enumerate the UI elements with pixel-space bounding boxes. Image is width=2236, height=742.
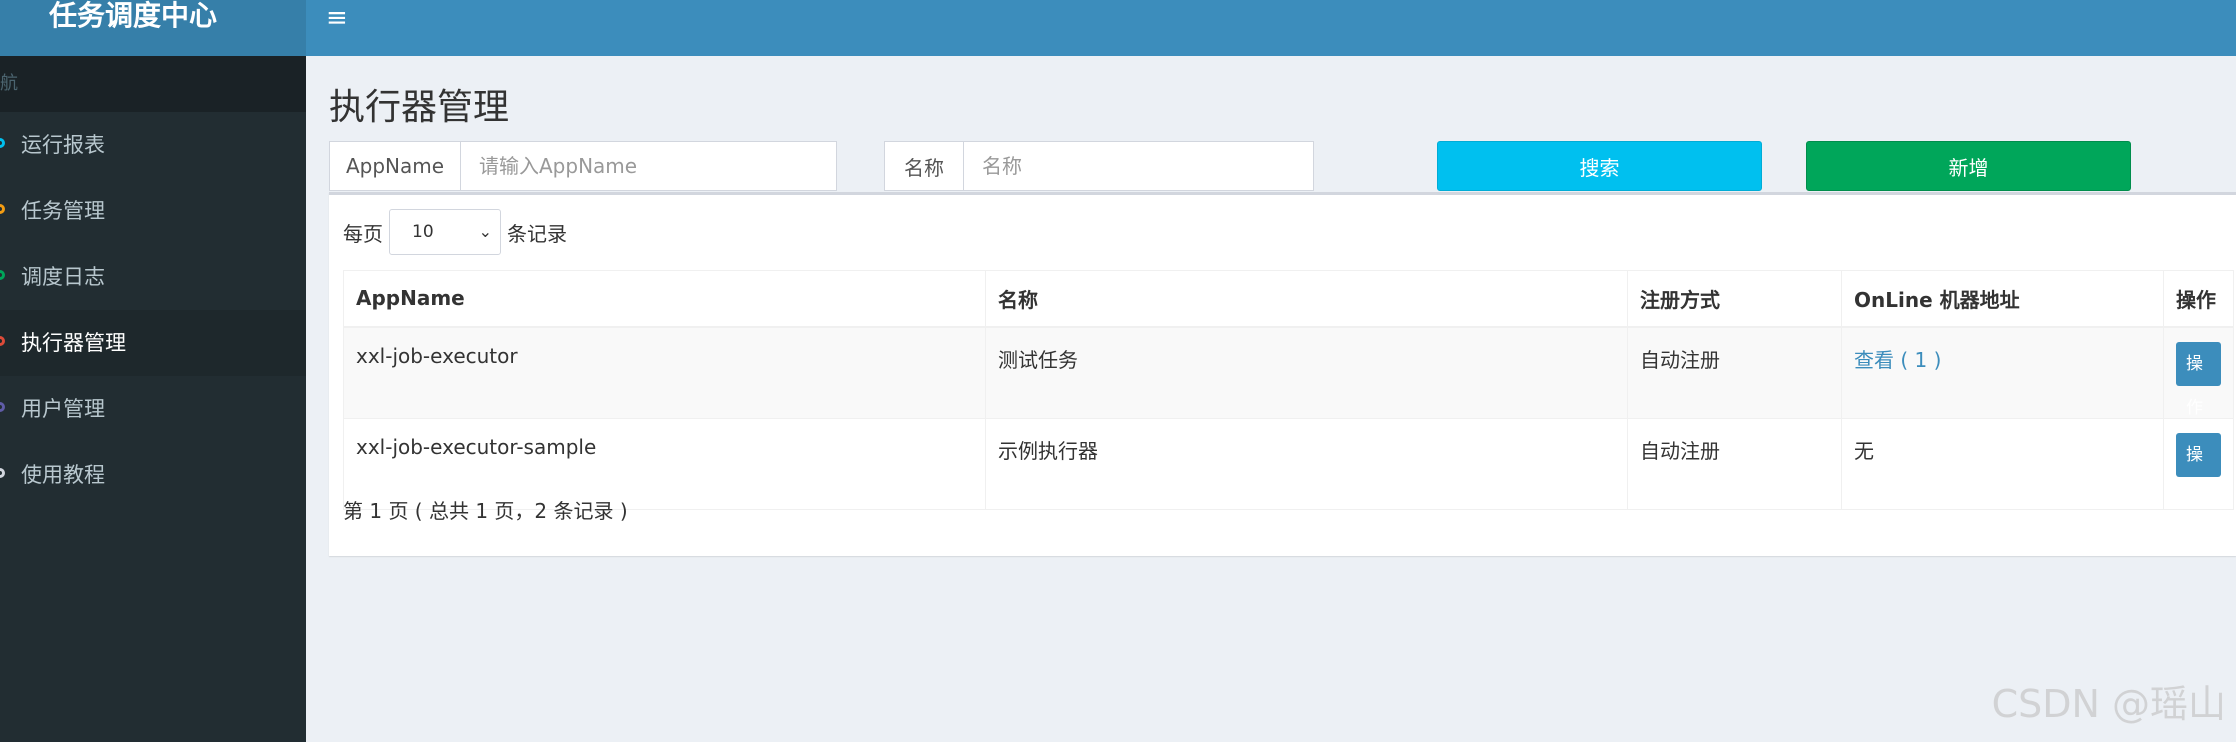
sidebar-item-dashboard[interactable]: 运行报表 [0, 112, 306, 178]
top-navbar: ≡ [306, 0, 2236, 56]
sidebar-item-label: 任务管理 [21, 199, 105, 223]
cell-name: 测试任务 [985, 326, 1628, 419]
pagination-info: 第 1 页 ( 总共 1 页，2 条记录 ) [343, 499, 628, 523]
page-length-select[interactable]: 10 ⌄ [389, 209, 501, 255]
app-title: 任务调度中心 [48, 0, 217, 32]
appname-filter: AppName [329, 141, 837, 191]
circle-icon [0, 270, 5, 280]
search-button[interactable]: 搜索 [1437, 141, 1762, 191]
circle-icon [0, 468, 5, 478]
cell-name: 示例执行器 [985, 417, 1628, 510]
operation-button[interactable]: 操作 [2176, 341, 2221, 418]
page-length-control: 每页 10 ⌄ 条记录 [343, 209, 567, 255]
col-actions: 操作 [2163, 270, 2234, 328]
sidebar-item-label: 使用教程 [21, 463, 105, 487]
sidebar-item-label: 执行器管理 [21, 331, 126, 355]
table-row: xxl-job-executor 测试任务 自动注册 查看 ( 1 ) 操作 [343, 326, 2234, 419]
sidebar-item-executors[interactable]: 执行器管理 [0, 310, 306, 376]
page-length-prefix: 每页 [343, 221, 383, 246]
chevron-down-icon: ⌄ [478, 222, 492, 241]
page-title: 执行器管理 [329, 87, 510, 128]
col-name[interactable]: 名称 [985, 270, 1628, 328]
cell-online: 查看 ( 1 ) [1841, 326, 2164, 419]
sidebar-header: 航 [0, 56, 306, 112]
appname-label: AppName [330, 142, 461, 190]
circle-icon [0, 336, 5, 346]
col-online-address[interactable]: OnLine 机器地址 [1841, 270, 2164, 328]
circle-icon [0, 138, 5, 148]
circle-icon [0, 402, 5, 412]
app-logo[interactable]: 任务调度中心 [0, 0, 306, 56]
executor-table-box: 每页 10 ⌄ 条记录 AppName 名称 注册方式 OnLine 机器地址 … [329, 192, 2236, 556]
table-header-row: AppName 名称 注册方式 OnLine 机器地址 操作 [343, 270, 2234, 328]
sidebar-item-label: 用户管理 [21, 397, 105, 421]
sidebar-item-help[interactable]: 使用教程 [0, 442, 306, 508]
watermark: CSDN @瑶山 [1991, 682, 2226, 726]
sidebar-item-label: 运行报表 [21, 133, 105, 157]
cell-online: 无 [1841, 417, 2164, 510]
cell-actions: 操作 [2163, 326, 2234, 419]
sidebar-item-jobs[interactable]: 任务管理 [0, 178, 306, 244]
col-appname[interactable]: AppName [343, 270, 986, 328]
sidebar: 航 运行报表 任务管理 调度日志 执行器管理 用户管理 使用教程 [0, 56, 306, 742]
name-label: 名称 [885, 142, 964, 190]
executor-table: AppName 名称 注册方式 OnLine 机器地址 操作 xxl-job-e… [343, 270, 2234, 510]
circle-icon [0, 204, 5, 214]
cell-appname: xxl-job-executor [343, 326, 986, 419]
add-button[interactable]: 新增 [1806, 141, 2131, 191]
sidebar-item-users[interactable]: 用户管理 [0, 376, 306, 442]
sidebar-item-logs[interactable]: 调度日志 [0, 244, 306, 310]
name-filter: 名称 [884, 141, 1314, 191]
cell-registration: 自动注册 [1627, 326, 1842, 419]
col-registration[interactable]: 注册方式 [1627, 270, 1842, 328]
view-online-link[interactable]: 查看 ( 1 ) [1854, 348, 1941, 372]
cell-actions: 操作 [2163, 417, 2234, 510]
name-input[interactable] [964, 142, 1313, 190]
page-length-value: 10 [412, 222, 434, 242]
page-length-suffix: 条记录 [507, 221, 567, 246]
appname-input[interactable] [461, 142, 836, 190]
cell-registration: 自动注册 [1627, 417, 1842, 510]
operation-button[interactable]: 操作 [2176, 432, 2221, 509]
main-content: 执行器管理 AppName 名称 搜索 新增 每页 10 ⌄ 条记录 AppNa… [306, 56, 2236, 742]
menu-toggle-icon[interactable]: ≡ [326, 2, 348, 34]
sidebar-item-label: 调度日志 [21, 265, 105, 289]
